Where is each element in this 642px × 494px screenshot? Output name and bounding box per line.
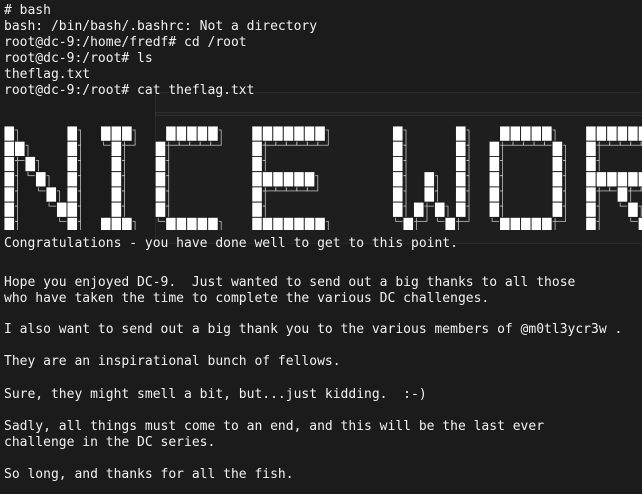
terminal-line: root@dc-9:/root# ls [4, 51, 153, 66]
banner-art [3, 125, 642, 237]
nice-work-banner [0, 120, 642, 237]
terminal-line: # bash [4, 3, 51, 18]
terminal-window[interactable]: # bash bash: /bin/bash/.bashrc: Not a di… [0, 0, 642, 494]
message-line: Congratulations - you have done well to … [4, 236, 458, 251]
message-line: Sadly, all things must come to an end, a… [4, 419, 545, 434]
terminal-line: theflag.txt [4, 67, 91, 82]
terminal-line: root@dc-9:/root# cat theflag.txt [4, 83, 255, 98]
message-line: I also want to send out a big thank you … [4, 322, 623, 337]
message-line: who have taken the time to complete the … [4, 291, 490, 306]
message-line: challenge in the DC series. [4, 435, 216, 450]
terminal-line: bash: /bin/bash/.bashrc: Not a directory [4, 19, 318, 34]
terminal-line: root@dc-9:/home/fredf# cd /root [4, 35, 247, 50]
message-line: Hope you enjoyed DC-9. Just wanted to se… [4, 275, 576, 290]
message-line: Sure, they might smell a bit, but...just… [4, 387, 427, 402]
message-line: They are an inspirational bunch of fello… [4, 354, 341, 369]
message-line: So long, and thanks for all the fish. [4, 467, 294, 482]
